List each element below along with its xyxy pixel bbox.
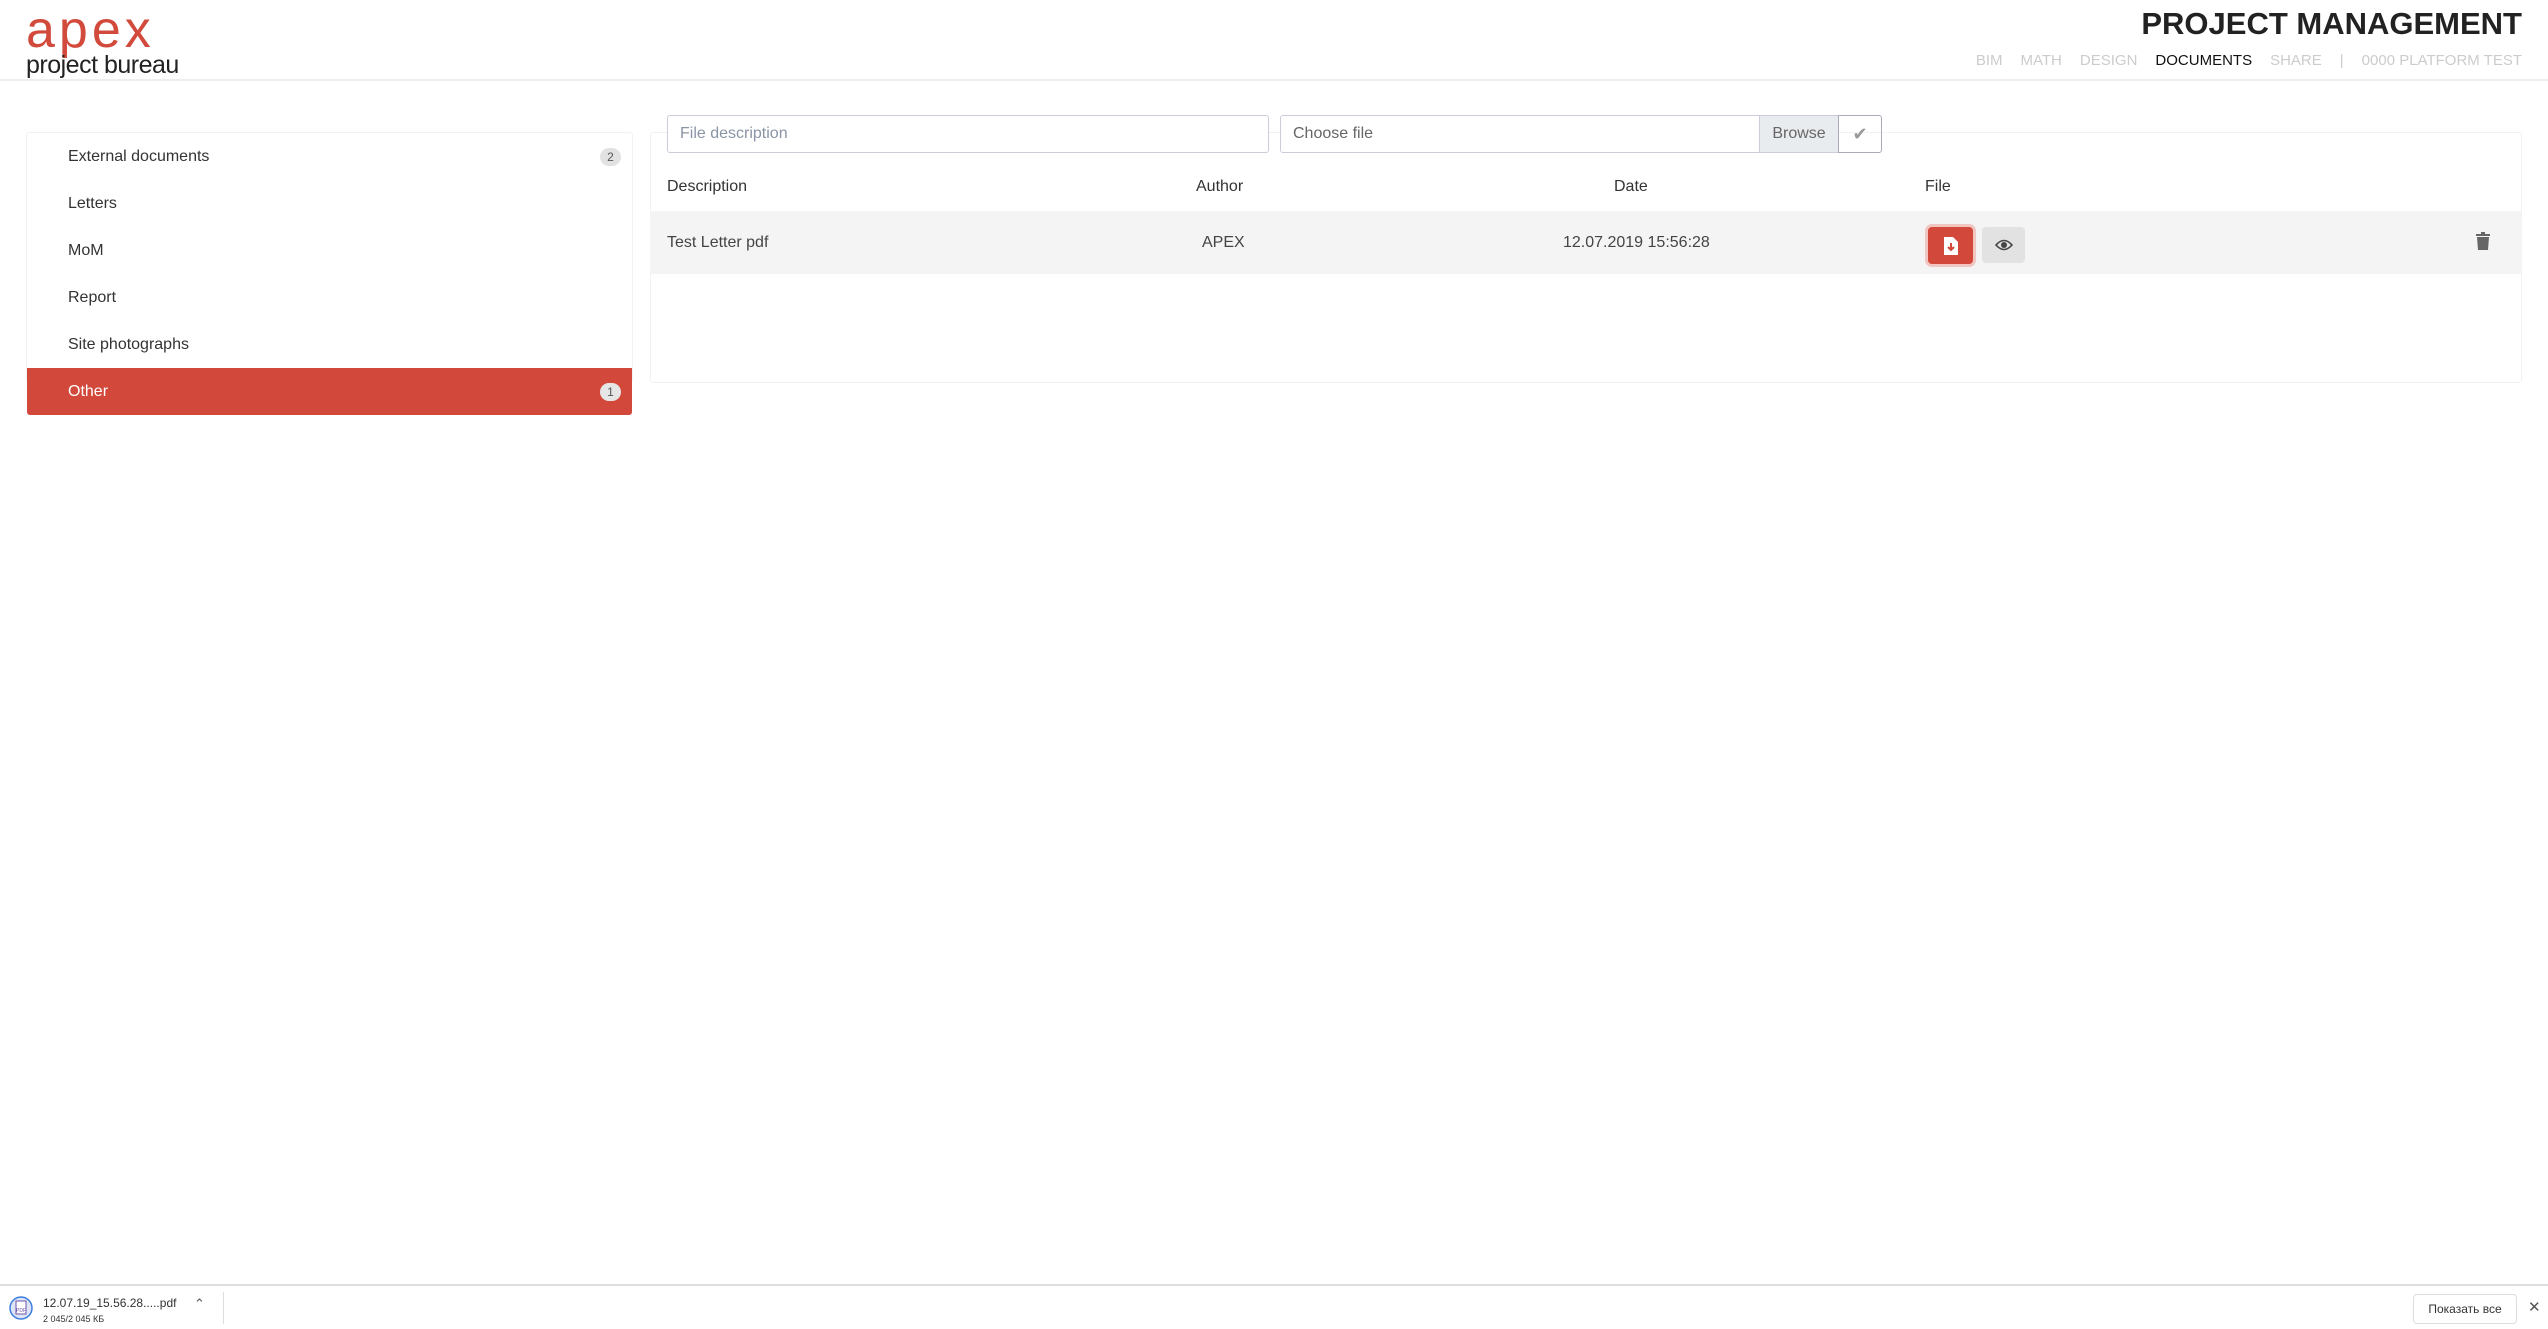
- page-title: PROJECT MANAGEMENT: [2141, 6, 2522, 41]
- nav-project[interactable]: 0000 PLATFORM TEST: [2362, 52, 2522, 69]
- sidebar-item-label: Other: [68, 382, 109, 400]
- pdf-file-icon: PDF: [9, 1296, 33, 1320]
- close-icon[interactable]: ✕: [2528, 1298, 2541, 1316]
- svg-text:PDF: PDF: [16, 1308, 26, 1314]
- check-icon: ✔: [1852, 123, 1868, 144]
- upload-submit-button[interactable]: ✔: [1838, 115, 1882, 153]
- column-header-author[interactable]: Author: [1196, 178, 1243, 196]
- sidebar-item-site-photographs[interactable]: Site photographs: [27, 321, 632, 368]
- download-bar: PDF 12.07.19_15.56.28.....pdf 2 045/2 04…: [0, 1284, 2548, 1329]
- logo-main: apex: [26, 1, 155, 59]
- logo-sub: project bureau: [26, 51, 179, 79]
- preview-button[interactable]: [1982, 227, 2025, 263]
- download-button[interactable]: [1928, 227, 1973, 264]
- cell-date: 12.07.2019 15:56:28: [1563, 233, 1710, 251]
- count-badge: 2: [600, 147, 621, 166]
- nav-design[interactable]: DESIGN: [2080, 52, 2138, 69]
- category-sidebar: External documents 2 Letters MoM Report S…: [26, 132, 633, 415]
- column-header-file: File: [1925, 178, 1951, 195]
- sidebar-item-letters[interactable]: Letters: [27, 180, 632, 227]
- cell-description: Test Letter pdf: [667, 233, 769, 251]
- choose-file-input[interactable]: Choose file: [1280, 115, 1760, 153]
- download-file-name[interactable]: 12.07.19_15.56.28.....pdf: [43, 1296, 176, 1310]
- top-nav: BIM MATH DESIGN DOCUMENTS SHARE | 0000 P…: [1976, 52, 2522, 69]
- count-badge: 1: [600, 382, 621, 401]
- column-header-description[interactable]: Description: [667, 178, 747, 196]
- trash-icon[interactable]: [2476, 232, 2490, 250]
- nav-share[interactable]: SHARE: [2270, 52, 2322, 69]
- nav-math[interactable]: MATH: [2021, 52, 2062, 69]
- column-header-date[interactable]: Date: [1614, 178, 1648, 196]
- sidebar-item-label: MoM: [68, 241, 104, 259]
- file-download-icon: [1943, 236, 1958, 255]
- chevron-up-icon[interactable]: ⌃: [194, 1296, 205, 1312]
- sidebar-item-label: Letters: [68, 194, 117, 212]
- nav-separator: |: [2339, 52, 2344, 69]
- nav-bim[interactable]: BIM: [1976, 52, 2003, 69]
- sidebar-item-other[interactable]: Other 1: [27, 368, 632, 415]
- download-size: 2 045/2 045 КБ: [43, 1314, 105, 1324]
- table-row: Test Letter pdf APEX 12.07.2019 15:56:28: [650, 211, 2522, 274]
- sidebar-item-external-documents[interactable]: External documents 2: [27, 133, 632, 180]
- logo[interactable]: apex project bureau: [26, 1, 179, 79]
- divider: [223, 1292, 224, 1324]
- sidebar-item-label: External documents: [68, 147, 210, 165]
- nav-documents[interactable]: DOCUMENTS: [2155, 52, 2252, 69]
- file-description-input[interactable]: File description: [667, 115, 1269, 153]
- show-all-button[interactable]: Показать все: [2413, 1294, 2517, 1324]
- cell-author: APEX: [1202, 233, 1245, 251]
- sidebar-item-report[interactable]: Report: [27, 274, 632, 321]
- sidebar-item-label: Report: [68, 288, 117, 306]
- sidebar-item-mom[interactable]: MoM: [27, 227, 632, 274]
- eye-icon: [1994, 239, 2013, 251]
- sidebar-item-label: Site photographs: [68, 335, 189, 353]
- browse-button[interactable]: Browse: [1759, 115, 1839, 153]
- header: apex project bureau PROJECT MANAGEMENT B…: [0, 0, 2548, 81]
